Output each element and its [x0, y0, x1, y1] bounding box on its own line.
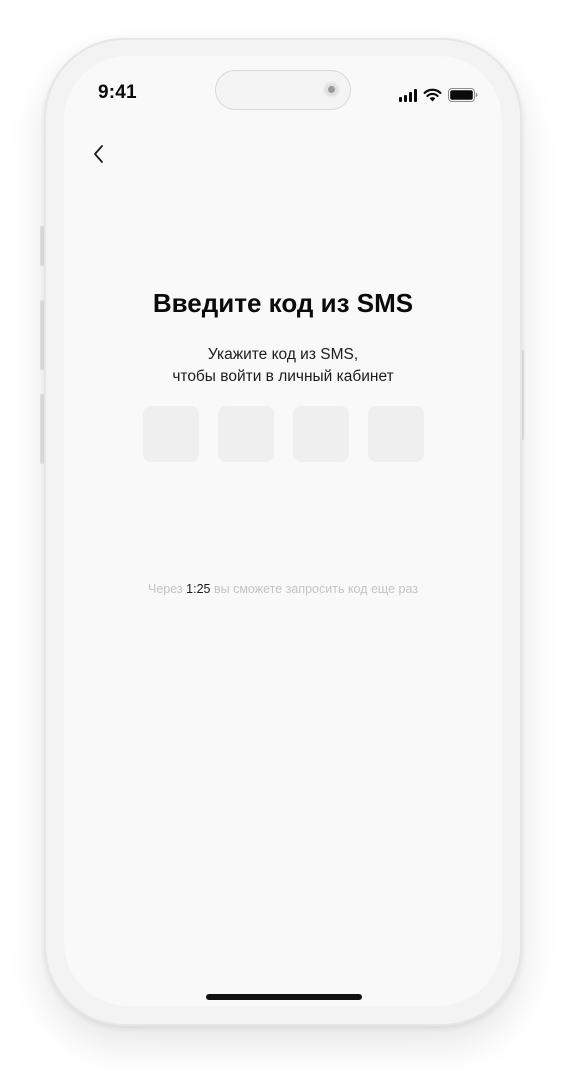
wifi-icon: [423, 88, 442, 102]
code-digit-3[interactable]: [293, 406, 349, 462]
code-digit-4[interactable]: [368, 406, 424, 462]
front-camera-icon: [323, 81, 340, 98]
subtitle-line-1: Укажите код из SMS,: [207, 346, 359, 363]
resend-timer: 1:25: [186, 582, 211, 596]
back-button[interactable]: [88, 140, 112, 168]
resend-suffix: вы сможете запросить код еще раз: [213, 582, 418, 596]
chevron-left-icon: [94, 145, 103, 163]
resend-code-note: Через 1:25 вы сможете запросить код еще …: [64, 582, 502, 596]
subtitle-line-2: чтобы войти в личный кабинет: [172, 368, 394, 385]
sms-code-inputs: [143, 406, 424, 462]
resend-prefix: Через: [148, 582, 183, 596]
cellular-signal-icon: [399, 88, 417, 102]
page-subtitle: Укажите код из SMS, чтобы войти в личный…: [64, 344, 502, 388]
code-digit-2[interactable]: [218, 406, 274, 462]
phone-screen: 9:41 Введите код из SMS Укажите код из S…: [64, 56, 502, 1006]
code-digit-1[interactable]: [143, 406, 199, 462]
battery-icon: [448, 88, 478, 102]
home-indicator[interactable]: [206, 994, 362, 1000]
status-icons: [399, 86, 478, 104]
status-time: 9:41: [98, 82, 137, 103]
page-title: Введите код из SMS: [152, 288, 414, 318]
dynamic-island: [215, 70, 351, 110]
